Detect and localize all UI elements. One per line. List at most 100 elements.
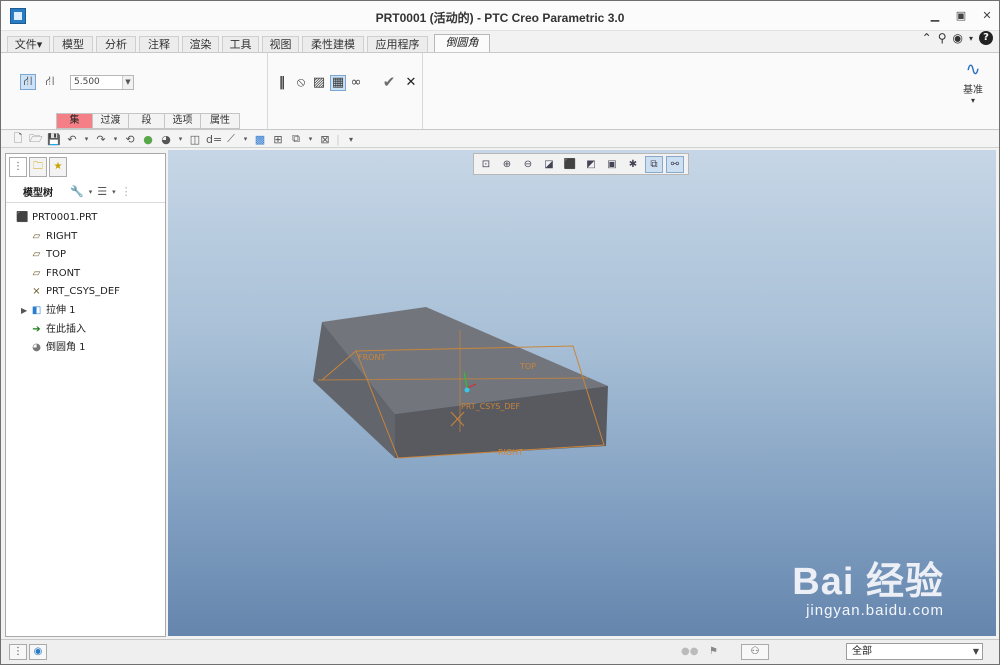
tab-view[interactable]: 视图 bbox=[262, 36, 299, 52]
subtab-options[interactable]: 选项 bbox=[164, 113, 200, 129]
tree-node-top[interactable]: ▱ TOP bbox=[6, 246, 165, 265]
constant-round-icon[interactable]: ⛙ bbox=[20, 74, 36, 90]
model-tree: ⬛ PRT0001.PRT ▱ RIGHT ▱ TOP ▱ FRONT ⨯ PRT_CSY… bbox=[6, 209, 165, 358]
redo-icon[interactable]: ↷ bbox=[94, 133, 108, 146]
round-settings-group: ⛙ ⛙ 5.500 ▼ 集 过渡 段 选项 属性 bbox=[1, 53, 268, 129]
tab-file[interactable]: 文件▾ bbox=[7, 36, 50, 52]
model-tree-tab-icon[interactable]: ⋮ bbox=[9, 157, 27, 177]
regenerate-icon[interactable]: ⟲ bbox=[123, 133, 137, 146]
appearance-dropdown-icon[interactable]: ▾ bbox=[177, 135, 184, 143]
sphere-green-icon[interactable]: ● bbox=[141, 133, 155, 146]
subtab-transitions[interactable]: 过渡 bbox=[92, 113, 128, 129]
windows-icon[interactable]: ⧉ bbox=[289, 132, 303, 146]
regen-status-icon: ●● bbox=[681, 646, 699, 657]
cancel-x-icon[interactable]: ✕ bbox=[403, 75, 419, 91]
tab-model[interactable]: 模型 bbox=[53, 36, 93, 52]
tab-analysis[interactable]: 分析 bbox=[96, 36, 136, 52]
settings-dropdown-icon[interactable]: ▾ bbox=[89, 188, 93, 196]
confirm-check-icon[interactable]: ✔ bbox=[381, 74, 397, 90]
relations-icon[interactable]: d= bbox=[206, 133, 222, 146]
chevron-down-icon[interactable]: ▼ bbox=[122, 76, 133, 89]
tree-node-extrude[interactable]: ▶ ◧ 拉伸 1 bbox=[6, 302, 165, 321]
redo-dropdown-icon[interactable]: ▾ bbox=[112, 135, 119, 143]
measure-icon[interactable]: ⟋ bbox=[224, 132, 238, 146]
extrude-icon: ◧ bbox=[31, 304, 42, 316]
save-icon[interactable]: 💾 bbox=[47, 133, 61, 146]
browser-toggle-icon[interactable]: ◉ bbox=[29, 644, 47, 660]
close-window-icon[interactable]: ⊠ bbox=[318, 133, 332, 146]
appearance-icon[interactable]: ◕ bbox=[159, 133, 173, 146]
expand-arrow-icon[interactable]: ▶ bbox=[21, 302, 27, 320]
favorites-tab-icon[interactable]: ★ bbox=[49, 157, 67, 177]
help-icon[interactable]: ? bbox=[979, 31, 993, 45]
subtab-sets[interactable]: 集 bbox=[56, 113, 92, 129]
geometry-preview-icon[interactable]: ▨ bbox=[311, 75, 327, 91]
new-file-icon[interactable]: 🗋 bbox=[11, 130, 25, 149]
dropdown-icon[interactable]: ▾ bbox=[969, 34, 973, 43]
tab-render[interactable]: 渲染 bbox=[182, 36, 219, 52]
open-icon[interactable]: 🗁 bbox=[29, 130, 43, 149]
app-window: PRT0001 (活动的) - PTC Creo Parametric 3.0 … bbox=[0, 0, 1000, 665]
tree-node-round[interactable]: ◕ 倒圆角 1 bbox=[6, 339, 165, 358]
glasses-icon[interactable]: ∞ bbox=[348, 75, 364, 91]
verify-mode-icon[interactable]: ▦ bbox=[330, 75, 346, 91]
chevron-down-icon[interactable]: ▼ bbox=[970, 644, 982, 659]
close-icon[interactable]: ✕ bbox=[981, 9, 993, 22]
status-bar: ⋮ ◉ ●● ⚑ ⚇ 全部 ▼ bbox=[1, 639, 999, 664]
pause-icon[interactable]: ‖ bbox=[274, 75, 290, 91]
tree-node-insert-here[interactable]: ➔ 在此插入 bbox=[6, 321, 165, 340]
subtab-segments[interactable]: 段 bbox=[128, 113, 164, 129]
navigator-toggle-icon[interactable]: ⋮ bbox=[9, 644, 27, 660]
tab-applications[interactable]: 应用程序 bbox=[367, 36, 428, 52]
graphics-viewport[interactable]: ⊡ ⊕ ⊖ ◪ ⬛ ◩ ▣ ✱ ⧉ ⚯ FRONT TOP RIGHT PRT_… bbox=[168, 150, 996, 636]
tree-node-front[interactable]: ▱ FRONT bbox=[6, 265, 165, 284]
tab-flexible-modeling[interactable]: 柔性建模 bbox=[302, 36, 364, 52]
csys-icon: ⨯ bbox=[32, 286, 41, 298]
insert-arrow-icon: ➔ bbox=[32, 323, 41, 335]
collapse-ribbon-icon[interactable]: ⌃ bbox=[922, 31, 932, 45]
navigator-tabs: ⋮ 🗀 ★ bbox=[9, 157, 67, 177]
flag-icon[interactable]: ⚑ bbox=[709, 646, 718, 657]
datum-icon: ∿ bbox=[965, 59, 981, 80]
tree-icon[interactable]: ⊞ bbox=[271, 133, 285, 146]
search-icon[interactable]: ⚲ bbox=[938, 31, 947, 45]
display-icon[interactable]: ◫ bbox=[188, 133, 202, 146]
no-preview-icon[interactable]: ⦸ bbox=[293, 75, 309, 91]
find-binoculars-icon[interactable]: ⚇ bbox=[741, 644, 769, 660]
selection-filter-select[interactable]: 全部 ▼ bbox=[846, 643, 983, 660]
subtab-properties[interactable]: 属性 bbox=[200, 113, 240, 129]
radius-input[interactable]: 5.500 ▼ bbox=[70, 75, 134, 90]
windows-dropdown-icon[interactable]: ▾ bbox=[307, 135, 314, 143]
tab-round[interactable]: 倒圆角 bbox=[434, 34, 490, 52]
tab-annotate[interactable]: 注释 bbox=[139, 36, 179, 52]
tree-node-csys[interactable]: ⨯ PRT_CSYS_DEF bbox=[6, 283, 165, 302]
ribbon-tabs: 文件▾ 模型 分析 注释 渲染 工具 视图 柔性建模 应用程序 倒圆角 bbox=[1, 34, 999, 52]
folder-browser-tab-icon[interactable]: 🗀 bbox=[29, 157, 47, 177]
separator: | bbox=[336, 132, 340, 146]
tree-node-right[interactable]: ▱ RIGHT bbox=[6, 228, 165, 247]
layers-icon[interactable]: ⋮ bbox=[121, 185, 132, 198]
color-icon[interactable]: ▩ bbox=[253, 133, 267, 146]
tree-node-part[interactable]: ⬛ PRT0001.PRT bbox=[6, 209, 165, 228]
full-round-icon[interactable]: ⛙ bbox=[42, 74, 58, 90]
maximize-icon[interactable]: ▣ bbox=[955, 9, 967, 22]
undo-dropdown-icon[interactable]: ▾ bbox=[83, 135, 90, 143]
settings-icon[interactable]: 🔧 bbox=[70, 185, 84, 198]
show-icon[interactable]: ☰ bbox=[97, 185, 107, 198]
undo-icon[interactable]: ↶ bbox=[65, 133, 79, 146]
baidu-watermark: Bai 经验 jingyan.baidu.com bbox=[792, 562, 944, 620]
customize-dropdown-icon[interactable]: ▾ bbox=[344, 135, 358, 144]
datum-plane-icon: ▱ bbox=[32, 249, 41, 261]
part-icon: ⬛ bbox=[16, 212, 29, 223]
datum-plane-icon: ▱ bbox=[32, 230, 41, 242]
round-control-group: ‖ ⦸ ▨ ▦ ∞ ✔ ✕ bbox=[268, 53, 423, 129]
tab-tools[interactable]: 工具 bbox=[222, 36, 259, 52]
watermark-url: jingyan.baidu.com bbox=[806, 602, 944, 619]
measure-dropdown-icon[interactable]: ▾ bbox=[242, 135, 249, 143]
right-plane-label: RIGHT bbox=[498, 448, 523, 457]
minimize-icon[interactable]: ▁ bbox=[929, 9, 941, 22]
community-icon[interactable]: ◉ bbox=[953, 31, 963, 45]
show-dropdown-icon[interactable]: ▾ bbox=[112, 188, 116, 196]
datum-button[interactable]: ∿ 基准 ▾ bbox=[957, 59, 989, 105]
model-tree-header: 模型树 🔧 ▾ ☰ ▾ ⋮ bbox=[6, 181, 165, 203]
